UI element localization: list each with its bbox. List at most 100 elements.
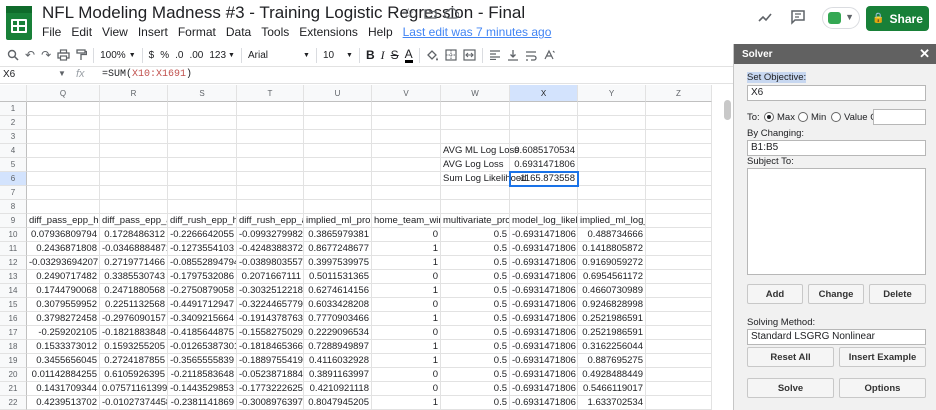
data-cell[interactable]: 0.5	[441, 228, 510, 242]
grid-cell[interactable]	[304, 158, 372, 172]
data-cell[interactable]: 1	[372, 284, 441, 298]
row-header[interactable]: 10	[0, 228, 27, 242]
grid-cell[interactable]	[646, 284, 712, 298]
font-size-select[interactable]: 10 ▼	[323, 46, 353, 64]
decrease-decimal-button[interactable]: .0	[175, 46, 183, 64]
grid-cell[interactable]	[168, 130, 237, 144]
percent-format-button[interactable]: %	[160, 46, 169, 64]
data-cell[interactable]: -0.6931471806	[510, 256, 578, 270]
select-all-corner[interactable]	[0, 85, 27, 102]
column-header-cell[interactable]: multivariate_prob	[441, 214, 510, 228]
grid-cell[interactable]	[168, 186, 237, 200]
row-header[interactable]: 14	[0, 284, 27, 298]
data-cell[interactable]: -0.2381141869	[168, 396, 237, 410]
data-cell[interactable]: 0.1728486312	[100, 228, 168, 242]
data-cell[interactable]: 0.9246828998	[578, 298, 646, 312]
data-cell[interactable]: -0.4248388372	[237, 242, 304, 256]
grid-cell[interactable]	[372, 102, 441, 116]
strikethrough-button[interactable]: S	[391, 46, 399, 64]
activity-trend-icon[interactable]	[758, 10, 772, 24]
row-header[interactable]: 7	[0, 186, 27, 200]
data-cell[interactable]: 0.5	[441, 326, 510, 340]
data-cell[interactable]: 0.07571161399	[100, 382, 168, 396]
data-cell[interactable]: 0.2724187855	[100, 354, 168, 368]
data-cell[interactable]: -0.6931471806	[510, 228, 578, 242]
data-cell[interactable]: 0	[372, 382, 441, 396]
data-cell[interactable]: 0.5	[441, 340, 510, 354]
grid-cell[interactable]	[168, 102, 237, 116]
column-header[interactable]: X	[510, 85, 578, 102]
data-cell[interactable]: -0.08552894794	[168, 256, 237, 270]
data-cell[interactable]: 0.6105926395	[100, 368, 168, 382]
grid-cell[interactable]	[646, 158, 712, 172]
data-cell[interactable]: 0.2521986591	[578, 326, 646, 340]
grid-cell[interactable]	[237, 200, 304, 214]
data-cell[interactable]: -0.03468884871	[100, 242, 168, 256]
data-cell[interactable]: 0	[372, 326, 441, 340]
data-cell[interactable]: 0.5466119017	[578, 382, 646, 396]
grid-cell[interactable]	[646, 116, 712, 130]
data-cell[interactable]: -0.1443529853	[168, 382, 237, 396]
data-cell[interactable]: -0.6931471806	[510, 242, 578, 256]
currency-format-button[interactable]: $	[149, 46, 155, 64]
data-cell[interactable]: -0.6931471806	[510, 368, 578, 382]
grid-cell[interactable]	[304, 116, 372, 130]
data-cell[interactable]: -0.6931471806	[510, 382, 578, 396]
increase-decimal-button[interactable]: .00	[189, 46, 203, 64]
row-header[interactable]: 8	[0, 200, 27, 214]
row-header[interactable]: 12	[0, 256, 27, 270]
menu-insert[interactable]: Insert	[138, 25, 168, 41]
grid-cell[interactable]	[100, 200, 168, 214]
grid-cell[interactable]	[646, 102, 712, 116]
data-cell[interactable]: 1	[372, 340, 441, 354]
insert-example-button[interactable]: Insert Example	[839, 347, 926, 367]
grid-cell[interactable]	[237, 186, 304, 200]
grid-cell[interactable]	[27, 116, 100, 130]
grid-cell[interactable]	[578, 116, 646, 130]
column-header[interactable]: V	[372, 85, 441, 102]
data-cell[interactable]: -0.3565555839	[168, 354, 237, 368]
grid-cell[interactable]	[237, 130, 304, 144]
data-cell[interactable]: 1	[372, 396, 441, 410]
data-cell[interactable]: 1	[372, 242, 441, 256]
grid-cell[interactable]	[510, 102, 578, 116]
data-cell[interactable]: 0.5	[441, 382, 510, 396]
data-cell[interactable]: -0.259202105	[27, 326, 100, 340]
grid-cell[interactable]	[27, 130, 100, 144]
row-header[interactable]: 13	[0, 270, 27, 284]
grid-cell[interactable]	[237, 158, 304, 172]
row-header[interactable]: 9	[0, 214, 27, 228]
data-cell[interactable]: 0.7770903466	[304, 312, 372, 326]
data-cell[interactable]: -0.3409215664	[168, 312, 237, 326]
column-header[interactable]: T	[237, 85, 304, 102]
data-cell[interactable]: 0.1533373012	[27, 340, 100, 354]
column-header-cell[interactable]: diff_pass_epp_away	[100, 214, 168, 228]
data-cell[interactable]: 1	[372, 354, 441, 368]
data-cell[interactable]: 0.5	[441, 256, 510, 270]
paint-format-icon[interactable]	[76, 46, 88, 64]
vertical-align-icon[interactable]	[507, 46, 519, 64]
row-header[interactable]: 22	[0, 396, 27, 410]
more-formats-select[interactable]: 123 ▼	[209, 46, 235, 64]
grid-cell[interactable]	[646, 340, 712, 354]
row-header[interactable]: 18	[0, 340, 27, 354]
grid-cell[interactable]	[304, 102, 372, 116]
column-header[interactable]: W	[441, 85, 510, 102]
data-cell[interactable]: 0.2071667111	[237, 270, 304, 284]
data-cell[interactable]: -0.4185644875	[168, 326, 237, 340]
grid-cell[interactable]	[578, 158, 646, 172]
row-header[interactable]: 6	[0, 172, 27, 186]
data-cell[interactable]: 0.5	[441, 396, 510, 410]
grid-cell[interactable]	[27, 186, 100, 200]
grid-cell[interactable]	[646, 298, 712, 312]
column-header-cell[interactable]: diff_rush_epp_home	[168, 214, 237, 228]
data-cell[interactable]: 0.6274614156	[304, 284, 372, 298]
data-cell[interactable]: 0.3891163997	[304, 368, 372, 382]
column-header[interactable]: U	[304, 85, 372, 102]
data-cell[interactable]: 0.5	[441, 284, 510, 298]
grid-cell[interactable]	[510, 200, 578, 214]
data-cell[interactable]: -0.1558275029	[237, 326, 304, 340]
row-header[interactable]: 11	[0, 242, 27, 256]
italic-button[interactable]: I	[381, 46, 385, 64]
data-cell[interactable]: -0.6931471806	[510, 354, 578, 368]
